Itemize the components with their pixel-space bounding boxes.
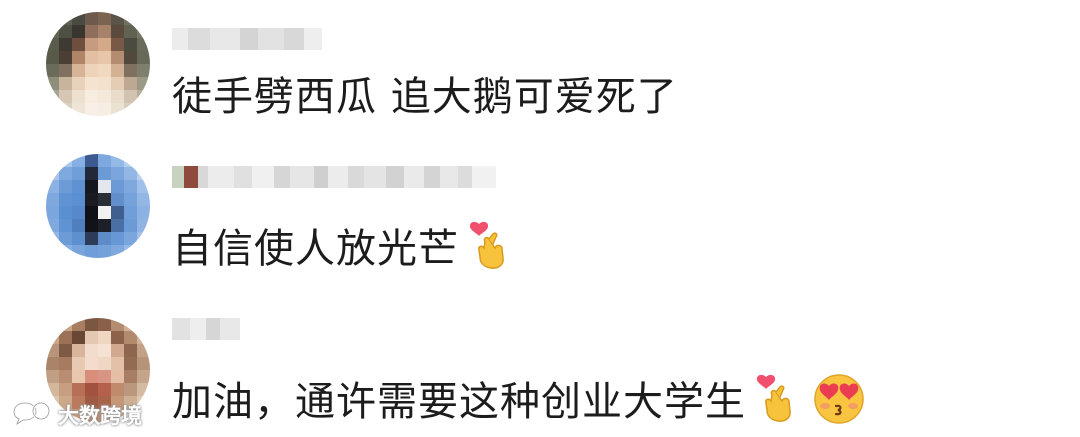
avatar[interactable]: [46, 154, 150, 258]
heart-eyes-emoji: [812, 372, 866, 436]
comment-text: 加油，通许需要这种创业大学生: [172, 372, 866, 436]
finger-heart-emoji: [469, 220, 511, 282]
comment-item: 徒手劈西瓜 追大鹅可爱死了: [0, 0, 1080, 140]
comment-text: 自信使人放光芒: [172, 220, 511, 282]
comment-text-content: 自信使人放光芒: [172, 226, 459, 272]
username-blurred[interactable]: [172, 26, 322, 52]
watermark-text: 大数跨境: [58, 404, 142, 428]
comment-text-content: 徒手劈西瓜 追大鹅可爱死了: [172, 74, 678, 120]
watermark: 大数跨境: [12, 400, 142, 430]
comment-text: 徒手劈西瓜 追大鹅可爱死了: [172, 72, 678, 122]
comment-item: 自信使人放光芒: [0, 140, 1080, 290]
avatar[interactable]: [46, 12, 150, 116]
username-blurred[interactable]: [172, 316, 240, 342]
username-blurred[interactable]: [172, 164, 496, 190]
chat-bubbles-icon: [12, 400, 52, 430]
finger-heart-emoji: [756, 373, 798, 435]
comment-item: 加油，通许需要这种创业大学生: [0, 290, 1080, 437]
comment-text-content: 加油，通许需要这种创业大学生: [172, 379, 746, 425]
comment-section: 徒手劈西瓜 追大鹅可爱死了 自信使人放光芒 加油，通许需要这种创业大学生 大数跨…: [0, 0, 1080, 437]
